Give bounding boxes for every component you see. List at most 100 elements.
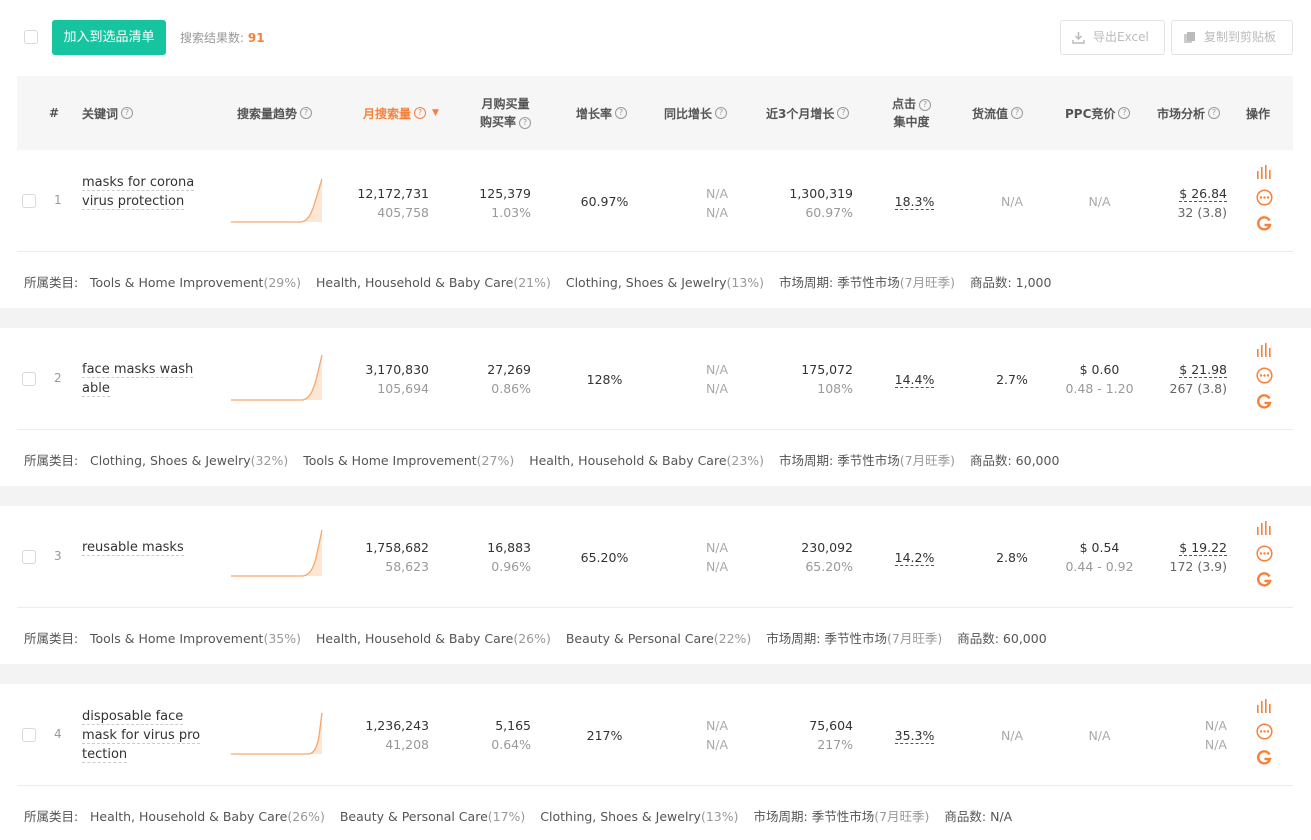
export-excel-button[interactable]: 导出Excel: [1060, 20, 1165, 55]
keyword-line: masks for corona: [82, 175, 195, 191]
header-market[interactable]: 市场分析?: [1157, 76, 1221, 150]
three-month-cell: 230,092 65.20%: [767, 538, 853, 576]
category-item[interactable]: Beauty & Personal Care(22%): [566, 631, 751, 646]
category-item[interactable]: Clothing, Shoes & Jewelry(32%): [90, 453, 288, 468]
market-sub: 32 (3.8): [1177, 205, 1227, 220]
google-icon[interactable]: [1256, 394, 1272, 410]
header-goods-value[interactable]: 货流值?: [972, 76, 1024, 150]
search-trend-sparkline[interactable]: [231, 176, 323, 224]
monthly-purchase-value: 27,269: [487, 362, 531, 377]
select-all-checkbox[interactable]: [24, 30, 38, 44]
category-item[interactable]: Clothing, Shoes & Jewelry(13%): [566, 275, 764, 290]
help-icon[interactable]: ?: [715, 107, 728, 119]
bar-chart-icon[interactable]: [1256, 343, 1272, 357]
category-item[interactable]: Health, Household & Baby Care(21%): [316, 275, 551, 290]
keyword-link[interactable]: masks for corona virus protection: [82, 173, 207, 211]
category-item[interactable]: Tools & Home Improvement(29%): [90, 275, 301, 290]
category-item[interactable]: Health, Household & Baby Care(26%): [316, 631, 551, 646]
header-yoy[interactable]: 同比增长?: [664, 76, 728, 150]
bar-chart-icon[interactable]: [1256, 521, 1272, 535]
product-count: 商品数: N/A: [944, 809, 1013, 824]
category-item[interactable]: Clothing, Shoes & Jewelry(13%): [540, 809, 738, 824]
row-checkbox[interactable]: [22, 372, 36, 386]
row-checkbox[interactable]: [22, 550, 36, 564]
row-main: 1 masks for corona virus protection 12,1…: [17, 150, 1293, 252]
goods-value: 2.7%: [996, 372, 1028, 387]
market-price[interactable]: $ 21.98: [1157, 360, 1227, 379]
sort-desc-icon[interactable]: ▼: [432, 108, 439, 118]
market-price[interactable]: $ 26.84: [1157, 184, 1227, 203]
click-concentration-value[interactable]: 35.3%: [887, 728, 942, 744]
keyword-link[interactable]: disposable face mask for virus pro tecti…: [82, 707, 207, 764]
header-monthly-purchase-label: 月购买量: [481, 97, 530, 111]
category-item[interactable]: Health, Household & Baby Care(23%): [529, 453, 764, 468]
header-click-concentration[interactable]: 点击? 集中度: [892, 76, 932, 150]
product-count: 商品数: 1,000: [969, 275, 1052, 290]
click-concentration-value[interactable]: 14.2%: [887, 550, 942, 566]
more-icon[interactable]: [1256, 367, 1273, 384]
help-icon[interactable]: ?: [300, 107, 313, 119]
bar-chart-icon[interactable]: [1256, 165, 1272, 179]
market-price: N/A: [1204, 718, 1227, 733]
header-three-month[interactable]: 近3个月增长?: [766, 76, 850, 150]
ppc-value: $ 0.60: [1079, 362, 1120, 377]
ppc-value: $ 0.54: [1079, 540, 1120, 555]
click-concentration-value[interactable]: 14.4%: [887, 372, 942, 388]
category-item[interactable]: Health, Household & Baby Care(26%): [90, 809, 325, 824]
three-month-sub: 60.97%: [805, 205, 853, 220]
google-icon[interactable]: [1256, 572, 1272, 588]
yoy-cell: N/A N/A: [692, 538, 742, 576]
three-month-sub: 108%: [817, 381, 853, 396]
help-icon[interactable]: ?: [919, 98, 932, 111]
keyword-link[interactable]: reusable masks: [82, 538, 207, 557]
help-icon[interactable]: ?: [837, 107, 850, 119]
search-trend-sparkline[interactable]: [231, 712, 323, 756]
help-icon[interactable]: ?: [519, 116, 532, 129]
keyword-link[interactable]: face masks wash able: [82, 360, 207, 398]
header-monthly-search[interactable]: 月搜索量? ▼: [363, 76, 439, 150]
header-growth[interactable]: 增长率?: [576, 76, 628, 150]
row-checkbox[interactable]: [22, 728, 36, 742]
more-icon[interactable]: [1256, 723, 1273, 740]
header-concentration-label: 集中度: [893, 115, 930, 129]
result-count: 搜索结果数: 91: [180, 29, 265, 46]
category-item[interactable]: Tools & Home Improvement(27%): [303, 453, 514, 468]
add-to-list-button[interactable]: 加入到选品清单: [52, 20, 166, 55]
header-click-label: 点击: [892, 97, 917, 111]
header-monthly-purchase[interactable]: 月购买量 购买率?: [480, 76, 532, 150]
google-icon[interactable]: [1256, 750, 1272, 766]
category-item[interactable]: Beauty & Personal Care(17%): [340, 809, 525, 824]
header-keyword-label: 关键词: [82, 106, 119, 121]
header-ppc-label: PPC竞价: [1065, 106, 1116, 121]
goods-value: N/A: [1000, 194, 1024, 209]
header-trend[interactable]: 搜索量趋势?: [237, 76, 313, 150]
keyword-line: virus protection: [82, 194, 185, 210]
monthly-search-sub: 105,694: [377, 381, 429, 396]
help-icon[interactable]: ?: [1118, 107, 1131, 119]
bar-chart-icon[interactable]: [1256, 699, 1272, 713]
header-trend-label: 搜索量趋势: [237, 106, 298, 121]
three-month-cell: 175,072 108%: [767, 360, 853, 398]
header-growth-label: 增长率: [576, 106, 613, 121]
help-icon[interactable]: ?: [1011, 107, 1024, 119]
google-icon[interactable]: [1256, 216, 1272, 232]
copy-clipboard-button[interactable]: 复制到剪贴板: [1171, 20, 1293, 55]
help-icon[interactable]: ?: [615, 107, 628, 119]
market-sub: N/A: [1204, 737, 1227, 752]
search-trend-sparkline[interactable]: [231, 528, 323, 578]
search-trend-sparkline[interactable]: [231, 354, 323, 402]
product-count: 商品数: 60,000: [957, 631, 1047, 646]
yoy-value: N/A: [705, 718, 729, 733]
header-ppc[interactable]: PPC竞价?: [1065, 76, 1131, 150]
header-keyword[interactable]: 关键词?: [82, 76, 134, 150]
click-concentration-value[interactable]: 18.3%: [887, 194, 942, 210]
more-icon[interactable]: [1256, 189, 1273, 206]
market-price[interactable]: $ 19.22: [1157, 538, 1227, 557]
purchase-rate-value: 1.03%: [491, 205, 531, 220]
help-icon[interactable]: ?: [1208, 107, 1221, 119]
more-icon[interactable]: [1256, 545, 1273, 562]
row-checkbox[interactable]: [22, 194, 36, 208]
help-icon[interactable]: ?: [121, 107, 134, 119]
help-icon[interactable]: ?: [414, 107, 427, 119]
category-item[interactable]: Tools & Home Improvement(35%): [90, 631, 301, 646]
